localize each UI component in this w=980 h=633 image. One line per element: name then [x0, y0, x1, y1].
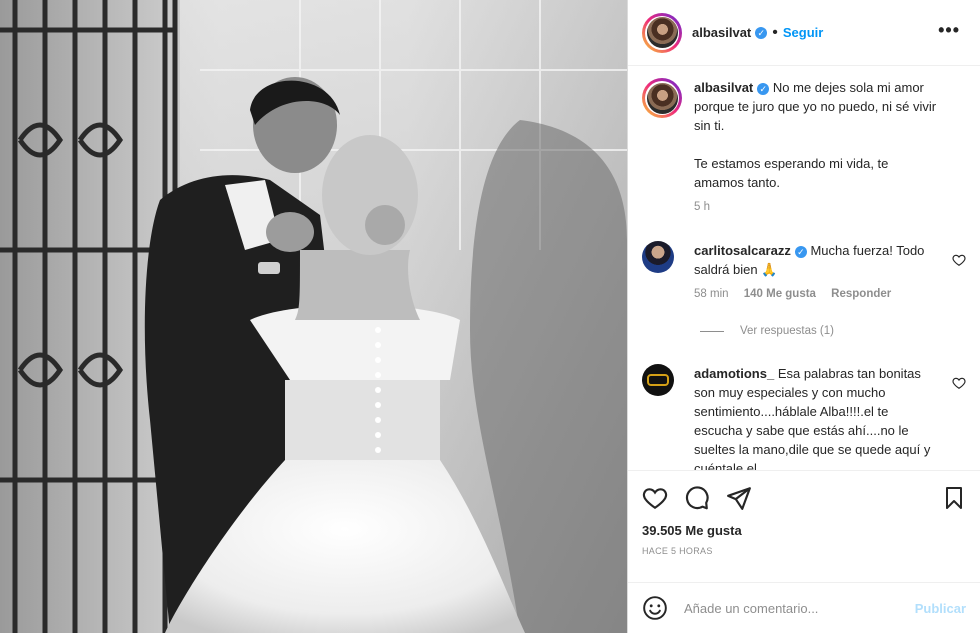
username-link[interactable]: albasilvat: [692, 25, 751, 40]
comment-text: Esa palabras tan bonitas son muy especia…: [694, 366, 931, 470]
like-comment-icon[interactable]: [952, 253, 966, 267]
verified-icon: ✓: [794, 245, 807, 258]
caption-username[interactable]: albasilvat: [694, 80, 753, 95]
comment-likes[interactable]: 140 Me gusta: [744, 288, 816, 300]
wedding-photo: [0, 0, 627, 633]
caption-time: 5 h: [694, 201, 710, 213]
post-header: albasilvat ✓ • Seguir •••: [628, 0, 980, 66]
like-comment-icon[interactable]: [952, 376, 966, 390]
post-actions: 39.505 Me gusta HACE 5 HORAS: [628, 470, 980, 583]
view-replies-button[interactable]: Ver respuestas (1): [700, 325, 834, 337]
avatar[interactable]: [642, 364, 674, 396]
more-options-icon[interactable]: •••: [938, 20, 960, 41]
comment-time: 58 min: [694, 288, 729, 300]
post-timestamp: HACE 5 HORAS: [642, 546, 713, 556]
divider: [700, 330, 724, 332]
likes-count[interactable]: 39.505 Me gusta: [642, 523, 742, 538]
comment-username[interactable]: adamotions_: [694, 366, 774, 381]
comment-icon[interactable]: [684, 485, 710, 511]
follow-button[interactable]: Seguir: [783, 25, 823, 40]
publish-button[interactable]: Publicar: [915, 601, 966, 616]
avatar[interactable]: [642, 78, 682, 118]
share-send-icon[interactable]: [726, 485, 752, 511]
avatar[interactable]: [642, 12, 682, 53]
save-bookmark-icon[interactable]: [942, 485, 966, 511]
emoji-smiley-icon[interactable]: [642, 595, 668, 621]
post-image[interactable]: [0, 0, 627, 633]
post-side-panel: albasilvat ✓ • Seguir ••• albasilvat ✓ No…: [627, 0, 980, 633]
like-heart-icon[interactable]: [642, 485, 668, 511]
caption-text-2: Te estamos esperando mi vida, te amamos …: [694, 156, 889, 190]
separator: •: [772, 23, 778, 41]
comment-username[interactable]: carlitosalcarazz: [694, 243, 791, 258]
reply-button[interactable]: Responder: [831, 288, 891, 300]
logo-icon: [647, 374, 669, 386]
add-comment-bar: Publicar: [628, 582, 980, 633]
verified-icon: ✓: [755, 26, 768, 39]
comments-list[interactable]: albasilvat ✓ No me dejes sola mi amor por…: [628, 66, 980, 470]
avatar[interactable]: [642, 241, 674, 273]
view-replies-label: Ver respuestas (1): [740, 325, 834, 337]
verified-icon: ✓: [757, 82, 770, 95]
comment-input[interactable]: [682, 599, 915, 617]
